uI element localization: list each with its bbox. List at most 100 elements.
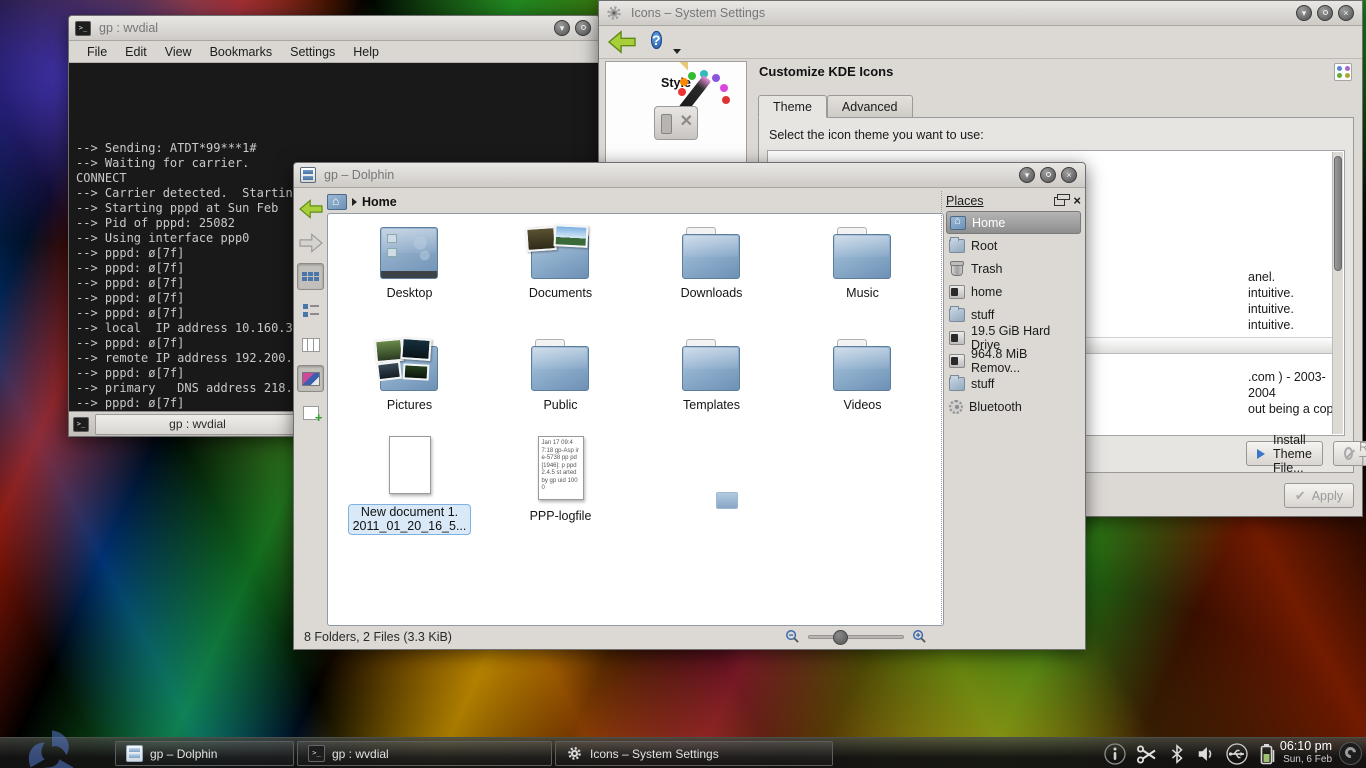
place-label: stuff bbox=[971, 377, 994, 391]
split-view-button[interactable] bbox=[297, 399, 324, 426]
bluetooth-icon[interactable] bbox=[1167, 743, 1187, 765]
file-item-ppp-logfile[interactable]: Jan 17 09:4 7:18 gp-Asp ire-5738 pp pd[1… bbox=[485, 436, 636, 535]
details-view-icon bbox=[303, 304, 319, 318]
theme-credits-fragments: .com ) - 2003-2004out being a copy bbox=[1248, 369, 1344, 417]
folder-icon bbox=[681, 336, 743, 394]
folder-item-documents[interactable]: Documents bbox=[485, 224, 636, 300]
task-wvdial[interactable]: >_ gp : wvdial bbox=[297, 741, 552, 766]
back-arrow-icon[interactable] bbox=[607, 29, 637, 55]
details-view-button[interactable] bbox=[297, 297, 324, 324]
place-item[interactable]: Bluetooth bbox=[946, 395, 1081, 418]
close-panel-icon[interactable]: × bbox=[1073, 195, 1081, 207]
place-item[interactable]: Home bbox=[946, 211, 1081, 234]
settings-titlebar[interactable]: Icons – System Settings ▾ × bbox=[599, 1, 1362, 26]
menu-item[interactable]: Bookmarks bbox=[202, 43, 281, 61]
folder-item-desktop[interactable]: Desktop bbox=[334, 224, 485, 300]
settings-tabs: Theme Advanced bbox=[758, 95, 913, 118]
place-icon bbox=[949, 331, 965, 345]
tab-advanced[interactable]: Advanced bbox=[827, 95, 913, 118]
place-label: stuff bbox=[971, 308, 994, 322]
sidebar-item-style[interactable]: Style bbox=[606, 62, 746, 90]
place-item[interactable]: 964.8 MiB Remov... bbox=[946, 349, 1081, 372]
folder-item-music[interactable]: Music bbox=[787, 224, 938, 300]
theme-description-fragment: intuitive. bbox=[1248, 285, 1294, 301]
maximize-button[interactable] bbox=[575, 20, 591, 36]
terminal-titlebar[interactable]: >_ gp : wvdial ▾ bbox=[69, 16, 599, 41]
place-item[interactable]: Root bbox=[946, 234, 1081, 257]
task-system-settings[interactable]: Icons – System Settings bbox=[555, 741, 833, 766]
menu-item[interactable]: View bbox=[157, 43, 200, 61]
zoom-slider-handle[interactable] bbox=[833, 630, 848, 645]
home-folder-icon[interactable] bbox=[327, 194, 347, 210]
icon-overview-button[interactable] bbox=[1334, 63, 1352, 81]
selected-file-label: New document 1. 2011_01_20_16_5... bbox=[348, 504, 472, 535]
tab-theme[interactable]: Theme bbox=[758, 95, 827, 118]
places-header: Places bbox=[946, 194, 1054, 208]
panel-cashew-button[interactable] bbox=[1339, 742, 1362, 765]
maximize-button[interactable] bbox=[1317, 5, 1333, 21]
place-item[interactable]: Trash bbox=[946, 257, 1081, 280]
menu-item[interactable]: File bbox=[79, 43, 115, 61]
usb-device-icon[interactable] bbox=[1225, 742, 1249, 766]
apply-button[interactable]: ✔ Apply bbox=[1284, 483, 1354, 508]
file-label-line1: New document 1. bbox=[361, 505, 458, 519]
icons-view-button[interactable] bbox=[297, 263, 324, 290]
zoom-slider[interactable] bbox=[808, 635, 904, 639]
detach-tab-icon[interactable]: >_ bbox=[73, 417, 89, 432]
gear-icon bbox=[566, 745, 583, 762]
folder-view[interactable]: DesktopDocumentsDownloadsMusic PicturesPu… bbox=[327, 213, 944, 626]
folder-item-public[interactable]: Public bbox=[485, 336, 636, 412]
taskbar-panel: gp – Dolphin >_ gp : wvdial Icons – Syst… bbox=[0, 737, 1366, 768]
minimize-button[interactable]: ▾ bbox=[554, 20, 570, 36]
klipper-scissors-icon[interactable] bbox=[1136, 743, 1158, 765]
zoom-in-icon[interactable] bbox=[912, 629, 927, 644]
menu-item[interactable]: Edit bbox=[117, 43, 155, 61]
maximize-button[interactable] bbox=[1040, 167, 1056, 183]
preview-button[interactable] bbox=[297, 365, 324, 392]
battery-icon[interactable] bbox=[1258, 742, 1278, 766]
folder-item-pictures[interactable]: Pictures bbox=[334, 336, 485, 412]
info-icon[interactable] bbox=[1103, 742, 1127, 766]
hardware-icon[interactable] bbox=[654, 106, 698, 140]
close-button[interactable]: × bbox=[1338, 5, 1354, 21]
place-icon bbox=[950, 216, 966, 230]
theme-list-scrollbar[interactable] bbox=[1332, 152, 1343, 434]
file-item-new-document[interactable]: New document 1. 2011_01_20_16_5... bbox=[334, 436, 485, 535]
folder-icon bbox=[379, 336, 441, 394]
volume-icon[interactable] bbox=[1196, 744, 1216, 764]
dolphin-statusbar: 8 Folders, 2 Files (3.3 KiB) bbox=[294, 624, 1085, 649]
dolphin-icon bbox=[126, 745, 143, 762]
folder-item-templates[interactable]: Templates bbox=[636, 336, 787, 412]
columns-view-button[interactable] bbox=[297, 331, 324, 358]
menu-item[interactable]: Help bbox=[345, 43, 387, 61]
place-item[interactable]: stuff bbox=[946, 372, 1081, 395]
place-item[interactable]: home bbox=[946, 280, 1081, 303]
task-buttons: gp – Dolphin >_ gp : wvdial Icons – Syst… bbox=[115, 741, 833, 766]
status-text: 8 Folders, 2 Files (3.3 KiB) bbox=[304, 630, 452, 644]
dolphin-title: gp – Dolphin bbox=[324, 168, 394, 182]
folder-label: Music bbox=[787, 286, 938, 300]
dolphin-titlebar[interactable]: gp – Dolphin ▾ × bbox=[294, 163, 1085, 188]
breadcrumb-home[interactable]: Home bbox=[362, 195, 397, 209]
terminal-tab[interactable]: gp : wvdial bbox=[95, 414, 300, 435]
minimize-button[interactable]: ▾ bbox=[1296, 5, 1312, 21]
back-button[interactable] bbox=[297, 195, 324, 222]
folder-icon bbox=[681, 224, 743, 282]
minimize-button[interactable]: ▾ bbox=[1019, 167, 1035, 183]
zoom-out-icon[interactable] bbox=[785, 629, 800, 644]
folder-icon bbox=[530, 224, 592, 282]
folder-item-downloads[interactable]: Downloads bbox=[636, 224, 787, 300]
install-theme-button[interactable]: Install Theme File... bbox=[1246, 441, 1323, 466]
forward-button[interactable] bbox=[297, 229, 324, 256]
close-button[interactable]: × bbox=[1061, 167, 1077, 183]
help-button[interactable]: ? bbox=[651, 30, 675, 54]
task-dolphin[interactable]: gp – Dolphin bbox=[115, 741, 294, 766]
remove-theme-button[interactable]: Remove Theme bbox=[1333, 441, 1366, 466]
drag-ghost-artifact bbox=[716, 492, 738, 509]
clock[interactable]: 06:10 pm Sun, 6 Feb bbox=[1280, 740, 1332, 766]
folder-icon bbox=[832, 224, 894, 282]
folder-item-videos[interactable]: Videos bbox=[787, 336, 938, 412]
terminal-icon: >_ bbox=[308, 745, 325, 762]
menu-item[interactable]: Settings bbox=[282, 43, 343, 61]
float-panel-icon[interactable] bbox=[1054, 197, 1065, 206]
